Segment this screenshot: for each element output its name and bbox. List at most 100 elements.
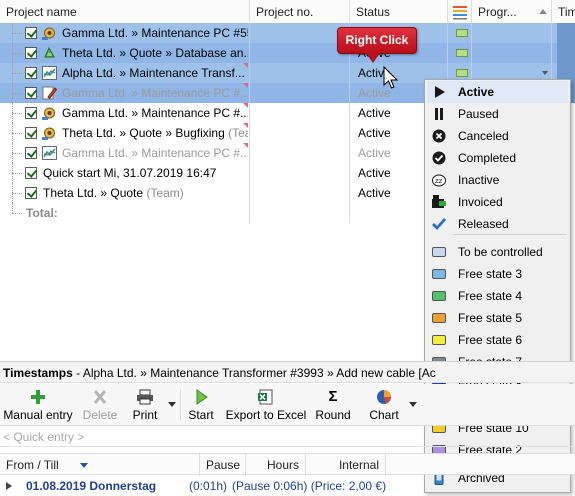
status-cell[interactable]: Active — [358, 183, 391, 203]
project-name: Gamma Ltd. » Maintenance PC #... — [62, 143, 248, 163]
comment-flag-icon — [243, 143, 248, 148]
delete-button[interactable]: Delete — [78, 386, 122, 424]
status-cell[interactable]: Active — [358, 143, 391, 163]
column-header-internal[interactable]: Internal — [306, 454, 386, 476]
project-name: Theta Ltd. » Quote » Bugfixing (Tea — [62, 123, 248, 143]
menu-item-invoiced[interactable]: Invoiced — [427, 191, 568, 213]
button-label: Print — [132, 408, 158, 422]
menu-item-state[interactable]: Free state 5 — [427, 307, 568, 329]
print-button[interactable]: Print — [126, 386, 164, 424]
menu-item-completed[interactable]: Completed — [427, 147, 568, 169]
menu-item-label: Completed — [458, 151, 517, 165]
column-label: Status — [356, 5, 391, 19]
right-click-callout: Right Click — [337, 27, 417, 54]
cancel-icon — [432, 129, 446, 143]
status-cell[interactable]: Active — [358, 123, 391, 143]
row-checkbox[interactable] — [25, 187, 37, 199]
column-header-hours[interactable]: Hours — [246, 454, 306, 476]
column-header-status[interactable]: Status — [350, 0, 448, 24]
column-label: Internal — [338, 458, 379, 472]
print-dropdown-arrow-icon[interactable] — [168, 402, 176, 407]
state-color-swatch — [432, 247, 446, 257]
row-checkbox[interactable] — [25, 67, 37, 79]
gear-icon — [42, 26, 57, 40]
menu-item-active[interactable]: Active — [427, 81, 568, 103]
timestamp-group-row[interactable]: 01.08.2019 Donnerstag (0:01h) (Pause 0:0… — [0, 476, 575, 496]
pie-chart-icon — [377, 390, 391, 404]
tree-line — [12, 33, 22, 34]
chart-button[interactable]: Chart — [362, 386, 406, 424]
mouse-cursor-icon — [383, 66, 399, 89]
time-cell — [557, 23, 575, 43]
column-header-time[interactable]: Tim — [552, 0, 575, 24]
row-checkbox[interactable] — [25, 87, 37, 99]
button-label: Manual entry — [3, 408, 73, 422]
menu-item-state[interactable]: To be controlled — [427, 241, 568, 263]
row-checkbox[interactable] — [25, 127, 37, 139]
row-checkbox[interactable] — [25, 27, 37, 39]
quick-entry-input[interactable]: < Quick entry > — [0, 427, 575, 447]
tree-line — [12, 173, 22, 174]
sort-ascending-icon — [539, 9, 547, 14]
play-icon — [435, 86, 445, 98]
status-cell[interactable]: Active — [358, 103, 391, 123]
group-details: (Pause 0:06h) (Price: 2,00 €) — [232, 479, 387, 493]
column-label: Project name — [6, 5, 77, 19]
comment-flag-icon — [243, 103, 248, 108]
svg-text:zz: zz — [435, 177, 443, 185]
menu-item-label: Canceled — [458, 129, 509, 143]
project-grid-header: Project name Project no. Status Progr...… — [0, 0, 575, 24]
button-label: Round — [315, 408, 351, 422]
row-checkbox[interactable] — [25, 107, 37, 119]
column-header-from-till[interactable]: From / Till — [0, 454, 200, 476]
column-header-project-name[interactable]: Project name — [0, 0, 250, 24]
gear-icon — [42, 126, 57, 140]
dropdown-arrow-icon[interactable] — [542, 71, 548, 75]
column-header-pause[interactable]: Pause — [200, 454, 246, 476]
project-name-text: Gamma Ltd. » Maintenance PC #5556 — [62, 26, 248, 40]
tree-line — [12, 203, 13, 213]
manual-entry-button[interactable]: Manual entry — [2, 386, 74, 424]
project-name: Theta Ltd. » Quote (Team) — [43, 183, 229, 203]
button-label: Delete — [82, 408, 118, 422]
menu-item-inactive[interactable]: zz Inactive — [427, 169, 568, 191]
column-header-project-no[interactable]: Project no. — [250, 0, 350, 24]
menu-item-label: Inactive — [458, 173, 500, 187]
menu-item-state[interactable]: Free state 4 — [427, 285, 568, 307]
gear-icon — [42, 106, 57, 120]
menu-separator — [453, 234, 567, 235]
project-name-text: Gamma Ltd. » Maintenance PC #... — [62, 106, 248, 120]
state-color-swatch — [432, 313, 446, 323]
row-checkbox[interactable] — [25, 47, 37, 59]
state-color-swatch — [432, 291, 446, 301]
group-date: 01.08.2019 Donnerstag — [26, 479, 157, 493]
chart-dropdown-arrow-icon[interactable] — [409, 402, 417, 407]
chart-icon — [42, 146, 57, 160]
row-checkbox[interactable] — [25, 147, 37, 159]
column-header-progress[interactable]: Progr... — [472, 0, 552, 24]
team-tag: (Team) — [146, 186, 184, 200]
project-name-text: Quick start Mi, 31.07.2019 16:47 — [43, 166, 217, 180]
menu-item-state[interactable]: Free state 6 — [427, 329, 568, 351]
delete-x-icon — [93, 390, 107, 404]
row-checkbox[interactable] — [25, 167, 37, 179]
project-name: Gamma Ltd. » Maintenance PC #5556 — [62, 23, 248, 43]
project-row[interactable]: Theta Ltd. » Quote » Database an...Activ… — [0, 43, 575, 63]
export-excel-button[interactable]: Export to Excel — [224, 386, 308, 424]
project-name-text: Gamma Ltd. » Maintenance PC #... — [62, 146, 248, 160]
project-name-text: Theta Ltd. » Quote » Database an... — [62, 46, 248, 60]
start-button[interactable]: Start — [184, 386, 218, 424]
recycle-icon — [42, 46, 57, 60]
menu-item-released[interactable]: Released — [427, 213, 568, 235]
tree-line — [12, 193, 22, 194]
column-chooser-button[interactable] — [448, 0, 472, 24]
menu-item-state[interactable]: Free state 3 — [427, 263, 568, 285]
menu-item-label: Invoiced — [458, 195, 503, 209]
project-row[interactable]: Gamma Ltd. » Maintenance PC #5556Active — [0, 23, 575, 43]
play-icon — [196, 389, 208, 405]
menu-item-paused[interactable]: Paused — [427, 103, 568, 125]
round-button[interactable]: Σ Round — [312, 386, 354, 424]
status-cell[interactable]: Active — [358, 163, 391, 183]
expand-arrow-icon[interactable] — [6, 482, 12, 490]
menu-item-canceled[interactable]: Canceled — [427, 125, 568, 147]
